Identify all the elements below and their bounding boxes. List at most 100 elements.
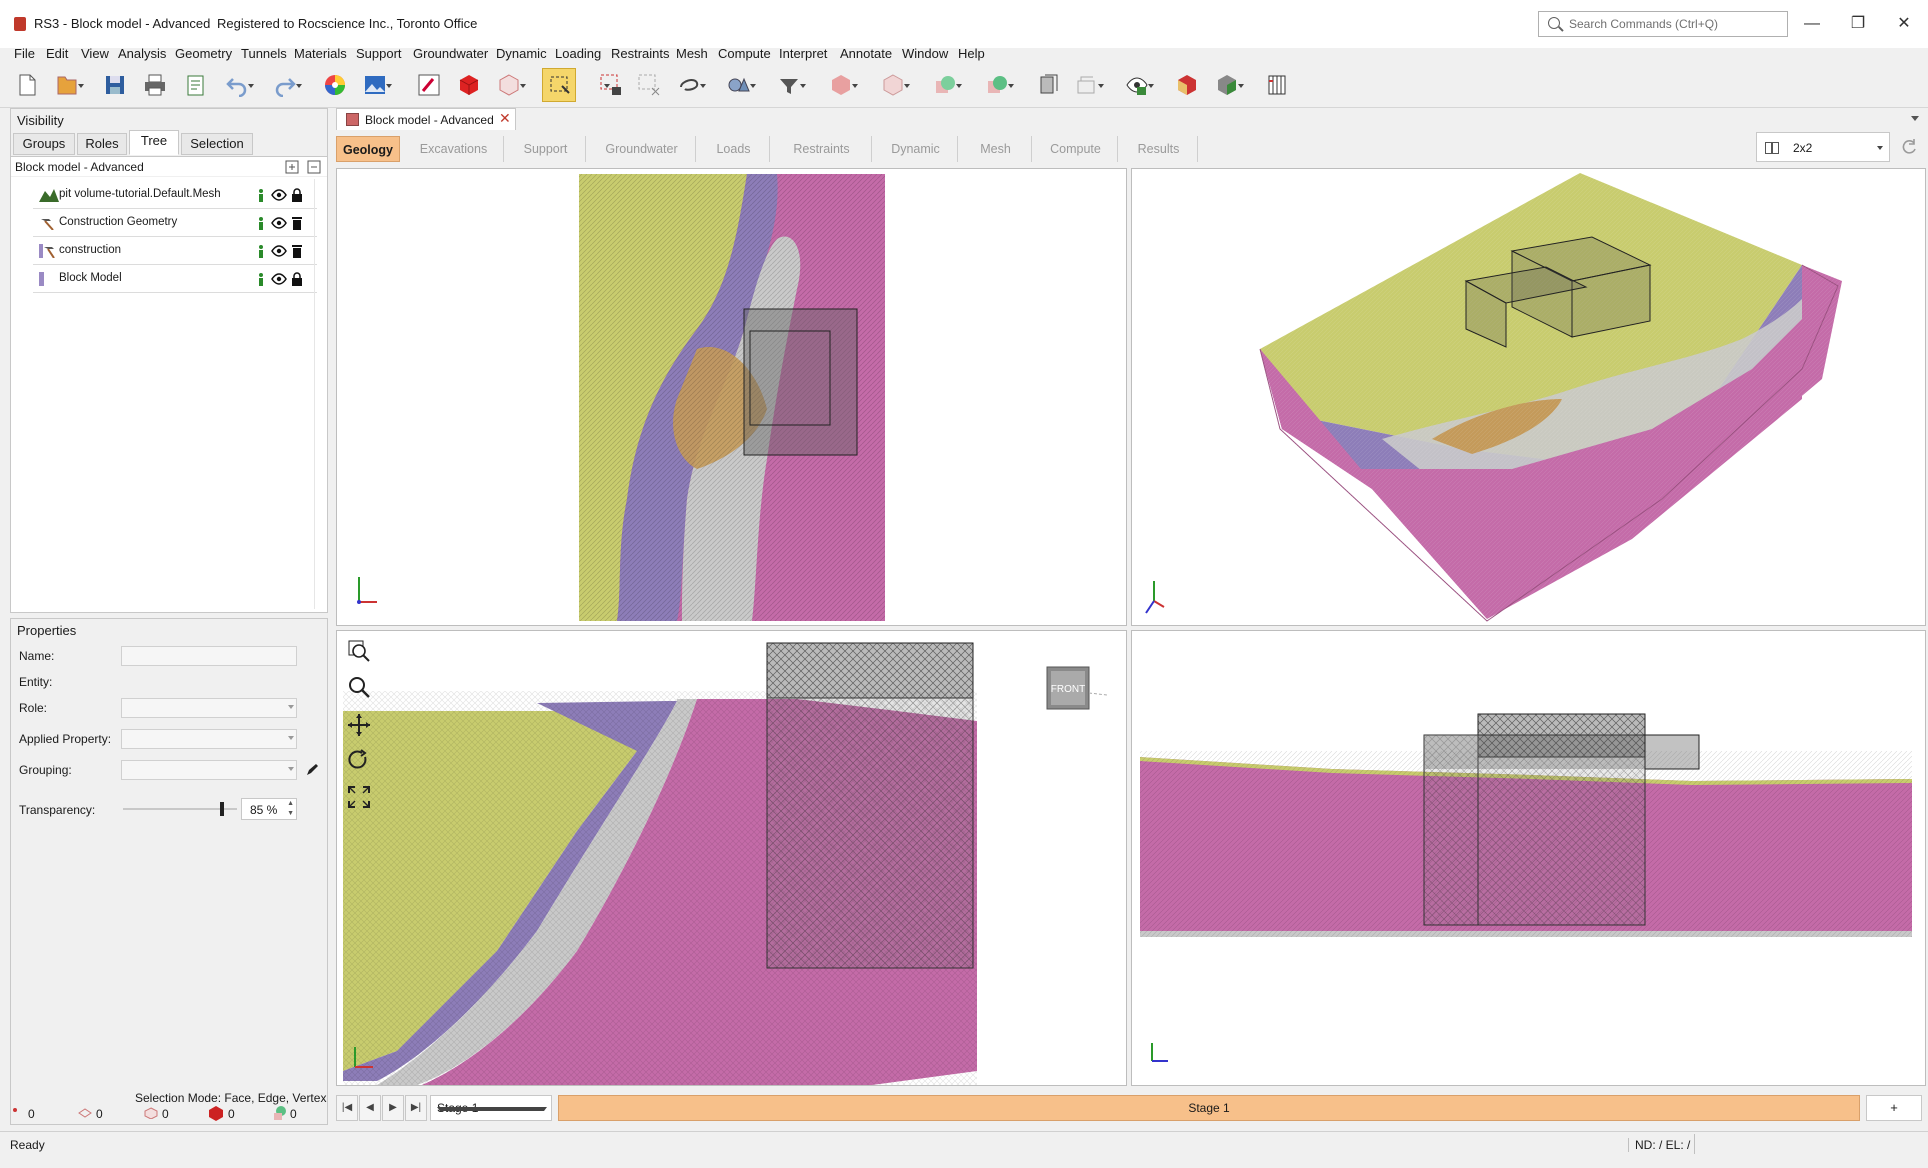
menu-edit[interactable]: Edit — [46, 46, 68, 61]
name-field[interactable] — [121, 646, 297, 666]
viewport-top[interactable] — [336, 168, 1127, 626]
layout-select[interactable]: 2x2 — [1756, 132, 1890, 162]
material-block-button[interactable] — [1170, 68, 1204, 102]
tab-support[interactable]: Support — [506, 136, 586, 162]
shapes-button[interactable] — [722, 68, 756, 102]
lock-icon[interactable] — [291, 272, 303, 286]
menu-interpret[interactable]: Interpret — [779, 46, 827, 61]
last-stage-button[interactable]: ▶| — [405, 1095, 427, 1121]
viewport-3d[interactable] — [1131, 168, 1926, 626]
menu-view[interactable]: View — [81, 46, 109, 61]
spin-down-icon[interactable]: ▼ — [287, 810, 294, 817]
applied-property-select[interactable] — [121, 729, 297, 749]
transparency-spinbox[interactable]: 85 % ▲ ▼ — [241, 798, 297, 820]
save-button[interactable] — [98, 68, 132, 102]
close-tab-icon[interactable]: ✕ — [499, 110, 511, 127]
trash-icon[interactable] — [291, 244, 303, 258]
menu-dynamic[interactable]: Dynamic — [496, 46, 547, 61]
slice-view-button[interactable] — [1032, 68, 1066, 102]
eye-icon[interactable] — [271, 244, 287, 258]
tab-selection[interactable]: Selection — [181, 133, 253, 155]
viewport-side-right[interactable] — [1131, 630, 1926, 1086]
menu-analysis[interactable]: Analysis — [118, 46, 166, 61]
tab-geology[interactable]: Geology — [336, 136, 400, 162]
section-button[interactable] — [1070, 68, 1104, 102]
refresh-icon[interactable] — [1900, 138, 1918, 156]
tree-item-mesh[interactable]: pit volume-tutorial.Default.Mesh — [33, 181, 317, 209]
close-button[interactable]: ✕ — [1884, 10, 1924, 38]
spin-up-icon[interactable]: ▲ — [287, 800, 294, 807]
undo-button[interactable] — [220, 68, 254, 102]
tab-groundwater[interactable]: Groundwater — [588, 136, 696, 162]
menu-support[interactable]: Support — [356, 46, 402, 61]
tree-item-construction[interactable]: construction — [33, 237, 317, 265]
role-select[interactable] — [121, 698, 297, 718]
stage-select[interactable]: Stage 1 — [430, 1095, 552, 1121]
visibility-toggle-button[interactable] — [1120, 68, 1154, 102]
person-icon[interactable] — [255, 188, 267, 202]
previous-stage-button[interactable]: ◀ — [359, 1095, 381, 1121]
color-wheel-icon[interactable] — [318, 68, 352, 102]
report-button[interactable] — [178, 68, 212, 102]
material-assign-button[interactable] — [1210, 68, 1244, 102]
menu-mesh[interactable]: Mesh — [676, 46, 708, 61]
tab-dynamic[interactable]: Dynamic — [874, 136, 958, 162]
tab-mesh[interactable]: Mesh — [960, 136, 1032, 162]
tree-item-block-model[interactable]: Block Model — [33, 265, 317, 293]
trash-icon[interactable] — [291, 216, 303, 230]
eye-icon[interactable] — [271, 216, 287, 230]
person-icon[interactable] — [255, 216, 267, 230]
tab-loads[interactable]: Loads — [698, 136, 770, 162]
viewport-side-left[interactable]: FRONT — [336, 630, 1127, 1086]
tree-scrollbar[interactable] — [314, 179, 324, 609]
funnel-pick-button[interactable] — [772, 68, 806, 102]
pick-tool-button[interactable] — [412, 68, 446, 102]
new-file-button[interactable] — [10, 68, 44, 102]
joint-network-button[interactable] — [1260, 68, 1294, 102]
block-red-icon[interactable] — [452, 68, 486, 102]
eye-icon[interactable] — [271, 272, 287, 286]
green-sphere-subtract-button[interactable] — [980, 68, 1014, 102]
lasso-select-button[interactable] — [672, 68, 706, 102]
block-outline-icon[interactable] — [492, 68, 526, 102]
grouping-select[interactable] — [121, 760, 297, 780]
menu-help[interactable]: Help — [958, 46, 985, 61]
menu-tunnels[interactable]: Tunnels — [241, 46, 287, 61]
menu-window[interactable]: Window — [902, 46, 948, 61]
tab-tree[interactable]: Tree — [129, 130, 179, 155]
select-window-button[interactable] — [542, 68, 576, 102]
block-cut-button[interactable] — [876, 68, 910, 102]
background-image-button[interactable] — [358, 68, 392, 102]
add-stage-button[interactable]: + — [1866, 1095, 1922, 1121]
document-tab[interactable]: Block model - Advanced ✕ — [336, 108, 516, 130]
zoom-window-icon[interactable] — [348, 640, 370, 662]
redo-button[interactable] — [268, 68, 302, 102]
restore-button[interactable]: ❐ — [1838, 10, 1878, 38]
print-button[interactable] — [138, 68, 172, 102]
green-sphere-button[interactable] — [928, 68, 962, 102]
tree-item-construction-geometry[interactable]: Construction Geometry — [33, 209, 317, 237]
menu-restraints[interactable]: Restraints — [611, 46, 670, 61]
tab-results[interactable]: Results — [1120, 136, 1198, 162]
open-file-button[interactable] — [50, 68, 84, 102]
tab-groups[interactable]: Groups — [13, 133, 75, 155]
tab-excavations[interactable]: Excavations — [404, 136, 504, 162]
minimize-button[interactable]: — — [1792, 10, 1832, 38]
menu-groundwater[interactable]: Groundwater — [413, 46, 488, 61]
tab-restraints[interactable]: Restraints — [772, 136, 872, 162]
pencil-icon[interactable] — [305, 763, 319, 777]
search-commands-input[interactable]: Search Commands (Ctrl+Q) — [1538, 11, 1788, 37]
tab-list-icon[interactable] — [1910, 114, 1920, 122]
next-stage-button[interactable]: ▶ — [382, 1095, 404, 1121]
stage-tab[interactable]: Stage 1 — [558, 1095, 1860, 1121]
transparency-slider[interactable] — [123, 802, 237, 816]
lock-icon[interactable] — [291, 188, 303, 202]
view-cube[interactable]: FRONT — [1046, 666, 1108, 710]
expand-all-icon[interactable] — [285, 160, 299, 174]
lock-selection-button[interactable] — [594, 68, 628, 102]
person-icon[interactable] — [255, 244, 267, 258]
pink-block-button[interactable] — [824, 68, 858, 102]
menu-compute[interactable]: Compute — [718, 46, 771, 61]
tab-compute[interactable]: Compute — [1034, 136, 1118, 162]
deselect-button[interactable] — [632, 68, 666, 102]
